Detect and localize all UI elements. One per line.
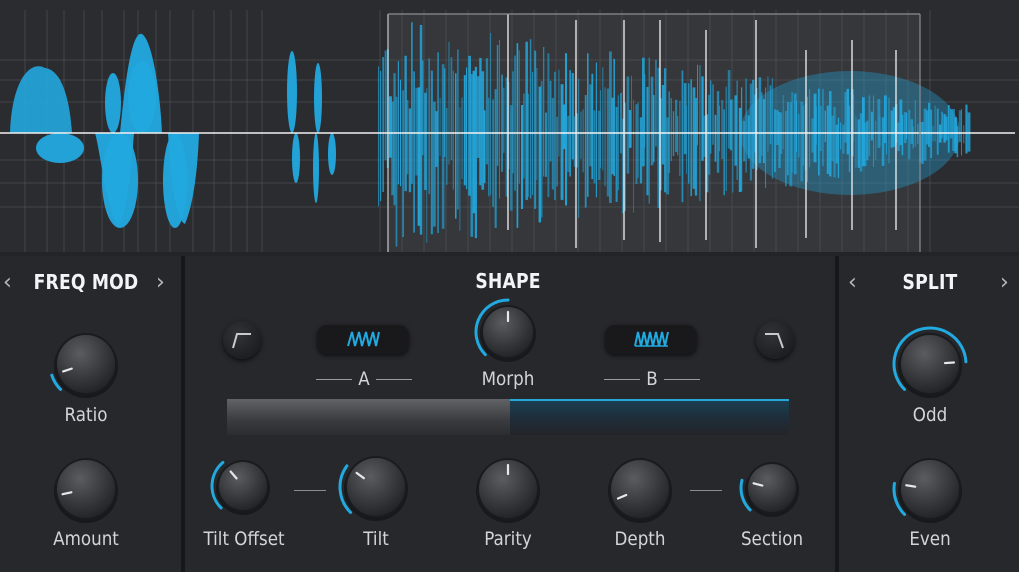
knob-graphic	[476, 458, 540, 523]
knob-graphic	[474, 298, 536, 362]
knob-graphic	[892, 326, 968, 398]
ramp-down-shape-button[interactable]	[756, 321, 794, 359]
square-wave-icon	[634, 331, 669, 347]
morph-bar[interactable]	[227, 399, 789, 435]
amount-label: Amount	[53, 528, 119, 550]
morph-bar-b-segment	[510, 399, 789, 435]
split-next-button[interactable]: ›	[1000, 272, 1009, 294]
ratio-knob[interactable]	[48, 326, 124, 402]
ramp-down-shape-icon	[765, 333, 784, 349]
parity-label: Parity	[484, 528, 532, 550]
even-label: Even	[909, 528, 951, 550]
tilt-offset-knob[interactable]	[210, 453, 276, 519]
morph-label: Morph	[481, 368, 535, 390]
odd-knob[interactable]	[892, 326, 968, 402]
shape-a-selector[interactable]	[317, 324, 409, 354]
knob-graphic	[210, 460, 270, 515]
knob-indicator	[943, 361, 956, 365]
section-label: Section	[740, 528, 804, 550]
parity-knob[interactable]	[470, 451, 546, 527]
shape-a-label: A	[358, 368, 370, 390]
split-title: SPLIT	[902, 270, 958, 294]
ramp-up-shape-icon	[232, 333, 251, 349]
b-bracket-line	[664, 379, 700, 380]
freq-mod-prev-button[interactable]: ‹	[3, 272, 12, 294]
depth-knob[interactable]	[602, 451, 678, 527]
freq-mod-next-button[interactable]: ›	[156, 272, 165, 294]
split-prev-button[interactable]: ‹	[848, 272, 857, 294]
waveform-graph	[0, 10, 1019, 252]
depth-label: Depth	[614, 528, 666, 550]
knob-indicator	[905, 484, 917, 488]
knob-graphic	[892, 458, 962, 523]
odd-label: Odd	[912, 404, 948, 426]
ratio-label: Ratio	[64, 404, 108, 426]
a-bracket-line	[316, 379, 352, 380]
freq-mod-title: FREQ MOD	[33, 270, 139, 294]
knob-graphic	[338, 456, 408, 521]
waveform-display[interactable]	[0, 0, 1019, 252]
amount-knob[interactable]	[48, 451, 124, 527]
shape-b-selector[interactable]	[605, 324, 697, 354]
tilt-link-line	[294, 490, 326, 491]
knob-graphic	[50, 333, 118, 398]
tilt-label: Tilt	[363, 528, 389, 550]
tilt-knob[interactable]	[338, 449, 414, 525]
triangle-wave-icon	[347, 331, 380, 347]
section-knob[interactable]	[739, 455, 805, 521]
knob-graphic	[739, 462, 799, 517]
ramp-up-shape-button[interactable]	[223, 321, 261, 359]
morph-bar-a-segment	[227, 399, 510, 435]
even-knob[interactable]	[892, 451, 968, 527]
morph-knob[interactable]	[474, 298, 542, 366]
tilt-offset-label: Tilt Offset	[203, 528, 285, 550]
a-bracket-line	[376, 379, 412, 380]
knob-graphic	[54, 458, 118, 523]
shape-title: SHAPE	[475, 269, 541, 293]
shape-b-label: B	[646, 368, 658, 390]
section-link-line	[690, 490, 722, 491]
knob-graphic	[608, 458, 672, 523]
b-bracket-line	[604, 379, 640, 380]
